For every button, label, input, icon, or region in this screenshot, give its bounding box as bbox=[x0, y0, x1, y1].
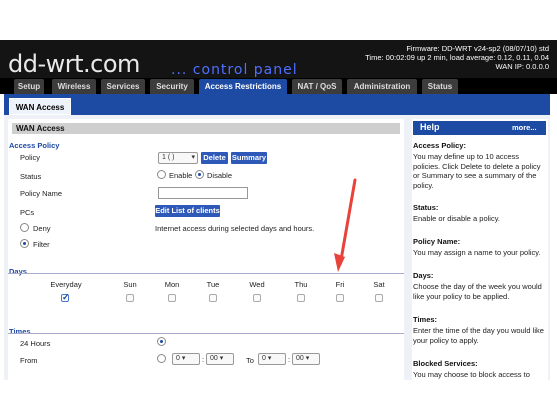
annotation-arrow bbox=[334, 178, 357, 272]
router-admin-screen: dd-wrt.com ... control panel Firmware: D… bbox=[0, 0, 557, 418]
